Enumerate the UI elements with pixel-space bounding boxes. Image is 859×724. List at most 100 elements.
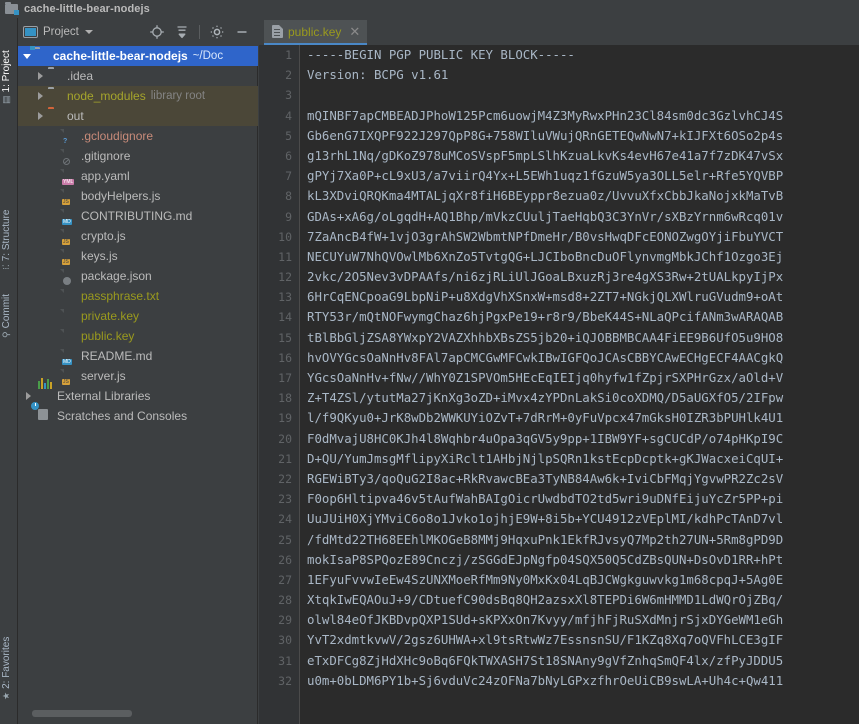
sidebar-item-project[interactable]: ▤ 1: Project [1,34,12,104]
code-line: tBlBbGljZSA8YWxpY2VAZXhhbXBsZS5jb20+iQJO… [307,328,859,348]
line-number: 15 [259,328,299,348]
libraries-icon [38,389,53,404]
gutter-divider [299,45,300,724]
sidebar-item-label-commit: Commit [1,294,12,328]
tree-row-keys-js[interactable]: JS keys.js [18,246,258,266]
tree-row-project-root[interactable]: cache-little-bear-nodejs ~/Doc [18,46,258,66]
project-module-icon [5,3,19,15]
chevron-collapsed-icon[interactable] [36,86,48,106]
tree-row-private-key[interactable]: private.key [18,306,258,326]
file-md-icon: MD [62,349,77,364]
line-number: 12 [259,267,299,287]
locate-target-icon[interactable] [149,24,165,40]
file-ignore-icon [62,149,77,164]
project-horizontal-scrollbar[interactable] [18,709,258,718]
collapse-all-icon[interactable] [174,24,190,40]
line-number: 25 [259,530,299,550]
tree-row-server-js[interactable]: JS server.js [18,366,258,386]
sidebar-item-label-favorites: 2: Favorites [1,637,12,689]
commit-icon: ⚲ [1,331,12,338]
file-unknown-icon: ? [62,129,77,144]
tree-row-external-libraries[interactable]: External Libraries [18,386,258,406]
code-line: l/f9QKyu0+JrK8wDb2WWKUYiOZvT+7dRrM+0yFuV… [307,408,859,428]
chevron-collapsed-icon[interactable] [36,66,48,86]
line-number: 31 [259,651,299,671]
code-line: F0op6Hltipva46v5tAufWahBAIgOicrUwdbdTO2t… [307,489,859,509]
tree-label: public.key [81,329,134,343]
code-line: olwl84eOfJKBDvpQXP1SUd+sKPXxOn7Kvyy/mfjh… [307,610,859,630]
tree-row-idea[interactable]: .idea [18,66,258,86]
code-line: 2vkc/2O5Nev3vDPAAfs/ni6zjRLiUlJGoaLBxuzR… [307,267,859,287]
tree-row-node-modules[interactable]: node_modules library root [18,86,258,106]
tree-row-scratches-consoles[interactable]: Scratches and Consoles [18,406,258,426]
tree-label: app.yaml [81,169,130,183]
chevron-collapsed-icon[interactable] [36,106,48,126]
code-line: 7ZaAncB4fW+1vjO3grAhSW2WbmtNPfDmeHr/B0vs… [307,227,859,247]
tree-row-gcloudignore[interactable]: ? .gcloudignore [18,126,258,146]
project-tool-window: Project cache-little-bear [18,18,258,724]
line-number: 2 [259,65,299,85]
line-number: 26 [259,550,299,570]
tree-row-gitignore[interactable]: .gitignore [18,146,258,166]
tree-row-app-yaml[interactable]: YML app.yaml [18,166,258,186]
chevron-down-icon[interactable] [85,30,93,34]
tree-row-passphrase-txt[interactable]: passphrase.txt [18,286,258,306]
code-line: Version: BCPG v1.61 [307,65,859,85]
code-line: 1EFyuFvvwIeEw4SzUNXMoeRfMm9Ny0MxKx04LqBJ… [307,570,859,590]
tab-public-key[interactable]: public.key ✕ [264,20,367,45]
sidebar-item-favorites[interactable]: ★ 2: Favorites [1,616,12,700]
tree-row-public-key[interactable]: public.key [18,326,258,346]
star-icon: ★ [1,692,12,700]
scrollbar-thumb[interactable] [32,710,132,717]
close-icon[interactable]: ✕ [349,25,360,38]
sidebar-item-structure[interactable]: ⁝⁚ 7: Structure [1,186,12,270]
tree-label: .idea [67,69,93,83]
code-line: gPYj7Xa0P+cL9xU3/a7viirQ4Yx+L5EWh1uqz1fG… [307,166,859,186]
window-title-bar: cache-little-bear-nodejs [0,0,859,18]
tree-row-package-json[interactable]: package.json [18,266,258,286]
code-editor[interactable]: 1 2 3 4 5 6 7 8 9 10 11 12 13 14 15 16 1… [259,45,859,724]
line-number: 21 [259,449,299,469]
window-title: cache-little-bear-nodejs [24,3,150,15]
line-number-gutter: 1 2 3 4 5 6 7 8 9 10 11 12 13 14 15 16 1… [259,45,299,724]
editor-area: public.key ✕ 1 2 3 4 5 6 7 8 9 10 11 12 … [259,18,859,724]
tree-row-readme-md[interactable]: MD README.md [18,346,258,366]
line-number: 27 [259,570,299,590]
sidebar-item-label-project: 1: Project [1,50,12,92]
tree-row-bodyhelpers-js[interactable]: JS bodyHelpers.js [18,186,258,206]
project-tree[interactable]: cache-little-bear-nodejs ~/Doc .idea nod… [18,46,258,713]
line-number: 32 [259,671,299,691]
sidebar-item-commit[interactable]: ⚲ Commit [1,276,12,338]
code-line: 6HrCqENCpoaG9LbpNiP+u8XdgVhXSnxW+msd8+2Z… [307,287,859,307]
code-line: u0m+0bLDM6PY1b+Sj6vduVc24zOFNa7bNyLGPxzf… [307,671,859,691]
tree-row-crypto-js[interactable]: JS crypto.js [18,226,258,246]
line-number: 3 [259,85,299,105]
tree-label: .gcloudignore [81,129,153,143]
project-view-selector[interactable]: Project [23,26,93,38]
tree-row-out[interactable]: out [18,106,258,126]
code-line: D+QU/YumJmsgMflipyXiRclt1AHbjNjlpSQRn1ks… [307,449,859,469]
line-number: 23 [259,489,299,509]
code-line: hvOVYGcsOaNnHv8FAl7apCMCGwMFCwkIBwIGFQoJ… [307,348,859,368]
file-yaml-icon: YML [62,169,77,184]
code-line: Z+T4ZSl/ytutMa27jKnXg3oZD+iMvx4zYPDnLakS… [307,388,859,408]
tree-sublabel: ~/Doc [193,50,223,62]
code-line: YvT2xdmtkvwV/2gsz6UHWA+xl9tsRtwWz7Essnsn… [307,630,859,650]
line-number: 6 [259,146,299,166]
tree-row-contributing-md[interactable]: MD CONTRIBUTING.md [18,206,258,226]
code-lines[interactable]: -----BEGIN PGP PUBLIC KEY BLOCK----- Ver… [307,45,859,724]
tree-label: Scratches and Consoles [57,409,187,423]
code-line [307,85,859,105]
line-number: 30 [259,630,299,650]
line-number: 14 [259,307,299,327]
editor-tab-bar: public.key ✕ [259,18,859,45]
tree-label: private.key [81,309,139,323]
gear-icon[interactable] [209,24,225,40]
file-md-icon: MD [62,209,77,224]
code-line: XtqkIwEQAOuJ+9/CDtuefC90dsBq8QH2azsxXl8T… [307,590,859,610]
tree-label: keys.js [81,249,118,263]
minimize-icon[interactable] [234,24,250,40]
toolbar-separator [199,25,200,39]
line-number: 18 [259,388,299,408]
scratches-icon [38,409,53,424]
